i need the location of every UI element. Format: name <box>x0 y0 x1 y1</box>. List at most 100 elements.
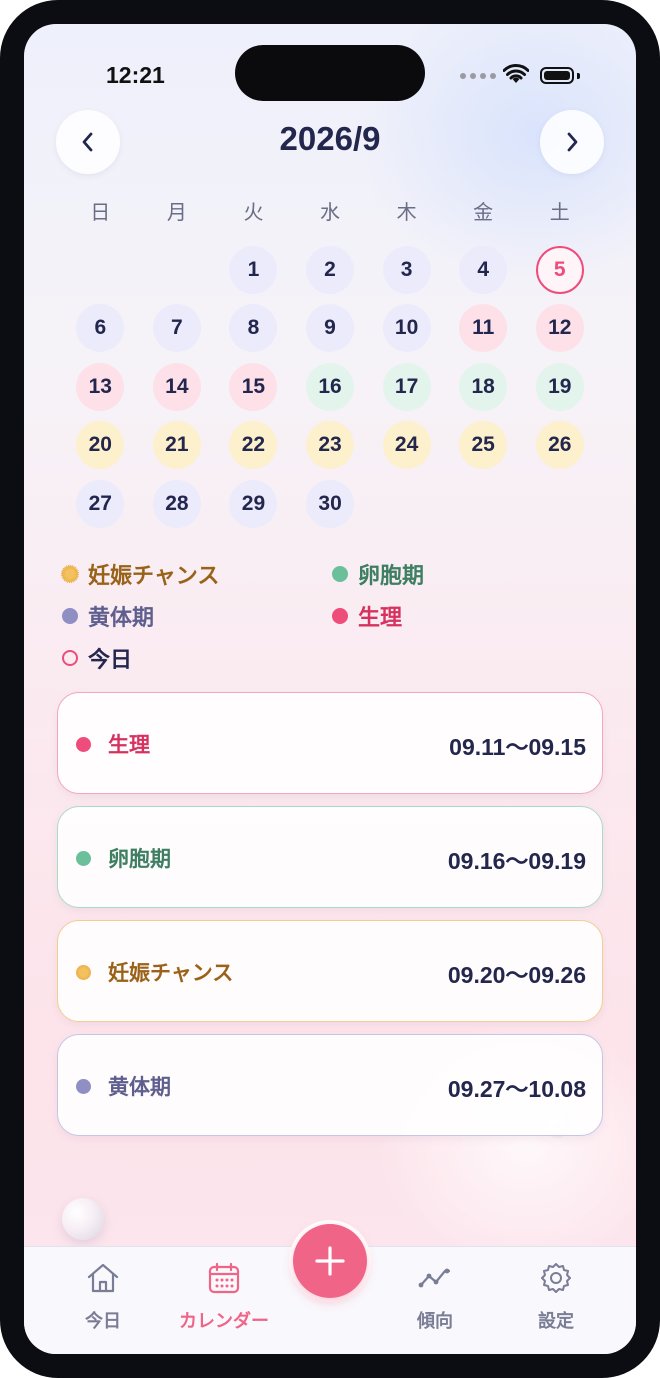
fertile-dot-icon <box>76 965 91 980</box>
weekday-label: 土 <box>549 200 570 224</box>
calendar-week-row: 27 28 29 30 <box>62 479 598 538</box>
calendar-day[interactable]: 28 <box>152 479 201 528</box>
calendar-cell: 6 <box>62 304 139 362</box>
calendar-day[interactable]: 11 <box>459 304 508 353</box>
calendar-cell: 30 <box>292 479 369 538</box>
calendar-week-row: 6 7 8 9 10 11 12 <box>62 304 598 362</box>
plus-icon <box>315 1246 345 1276</box>
fertile-dot-icon <box>61 565 79 583</box>
legend-label: 黄体期 <box>88 606 155 631</box>
calendar-cell: 17 <box>368 362 445 421</box>
calendar-day[interactable]: 23 <box>306 421 355 470</box>
weekday-label: 日 <box>90 200 111 224</box>
add-record-button[interactable] <box>289 1220 371 1302</box>
calendar-day-today[interactable]: 5 <box>535 246 584 294</box>
calendar-day[interactable]: 10 <box>382 304 431 353</box>
calendar-day[interactable]: 6 <box>76 304 125 353</box>
calendar-day[interactable]: 27 <box>76 479 125 528</box>
tab-label: 今日 <box>85 1311 121 1332</box>
wifi-icon <box>503 64 529 83</box>
phase-card-range: 09.16～09.19 <box>447 848 586 874</box>
calendar-day[interactable]: 19 <box>535 362 584 411</box>
period-dot-icon <box>332 608 348 624</box>
tab-settings[interactable]: 設定 <box>501 1261 611 1333</box>
tab-today[interactable]: 今日 <box>48 1261 158 1333</box>
legend-label: 妊娠チャンス <box>88 564 220 589</box>
calendar-day[interactable]: 3 <box>382 246 431 294</box>
calendar-day[interactable]: 1 <box>229 246 278 294</box>
calendar-day[interactable]: 14 <box>152 362 201 411</box>
tab-label: 設定 <box>538 1311 574 1332</box>
phase-card-label: 卵胞期 <box>108 847 171 871</box>
calendar-day[interactable]: 21 <box>152 421 201 470</box>
calendar-day[interactable]: 26 <box>535 421 584 470</box>
period-dot-icon <box>76 737 91 752</box>
calendar-cell: 12 <box>521 304 598 362</box>
calendar-cell: 9 <box>292 304 369 362</box>
calendar-icon <box>208 1262 240 1294</box>
calendar-cell: 28 <box>139 479 216 538</box>
calendar-day[interactable]: 8 <box>229 304 278 353</box>
calendar-day[interactable]: 16 <box>306 362 355 411</box>
calendar-day[interactable]: 30 <box>306 479 355 528</box>
calendar-day[interactable]: 12 <box>535 304 584 353</box>
calendar-cell: 13 <box>62 362 139 421</box>
calendar-day[interactable]: 25 <box>459 421 508 470</box>
next-month-button[interactable] <box>540 110 604 174</box>
calendar-cell: 25 <box>445 421 522 479</box>
tab-label: カレンダー <box>179 1311 269 1332</box>
calendar-cell: 19 <box>521 362 598 421</box>
tab-calendar[interactable]: カレンダー <box>169 1261 279 1333</box>
calendar-cell: 27 <box>62 479 139 538</box>
calendar-week-row: 12345 <box>62 246 598 304</box>
calendar-cell: 4 <box>445 246 522 304</box>
calendar-cell <box>62 246 139 304</box>
calendar-day[interactable]: 22 <box>229 421 278 470</box>
calendar-day[interactable]: 13 <box>76 362 125 411</box>
trend-chart-icon <box>418 1268 451 1288</box>
legend-item-luteal: 黄体期 <box>62 600 154 632</box>
weekday-label: 火 <box>243 200 264 224</box>
calendar-day[interactable]: 15 <box>229 362 278 411</box>
calendar-cell: 10 <box>368 304 445 362</box>
calendar-day[interactable]: 9 <box>306 304 355 353</box>
chevron-right-icon <box>567 132 578 152</box>
phase-card-range: 09.20～09.26 <box>447 962 586 988</box>
calendar-cell: 5 <box>521 246 598 304</box>
follicular-dot-icon <box>76 851 91 866</box>
calendar-day[interactable]: 2 <box>306 246 355 294</box>
chevron-left-icon <box>82 132 93 152</box>
calendar-day[interactable]: 17 <box>382 362 431 411</box>
calendar-day[interactable]: 18 <box>459 362 508 411</box>
calendar-cell: 22 <box>215 421 292 479</box>
phase-card-label: 妊娠チャンス <box>108 961 234 985</box>
phase-card-follicular[interactable]: 卵胞期 09.16～09.19 <box>57 806 603 908</box>
home-icon <box>87 1263 119 1293</box>
calendar-day[interactable]: 24 <box>382 421 431 470</box>
decorative-pearl <box>62 1198 104 1240</box>
calendar-day[interactable]: 4 <box>459 246 508 294</box>
calendar-cell: 11 <box>445 304 522 362</box>
calendar-cell: 20 <box>62 421 139 479</box>
calendar-cell: 16 <box>292 362 369 421</box>
calendar-day[interactable]: 20 <box>76 421 125 470</box>
tab-trend[interactable]: 傾向 <box>380 1261 490 1333</box>
legend-label: 今日 <box>88 648 133 673</box>
calendar-cell: 29 <box>215 479 292 538</box>
prev-month-button[interactable] <box>56 110 120 174</box>
weekday-label: 金 <box>473 200 494 224</box>
phase-card-luteal[interactable]: 黄体期 09.27～10.08 <box>57 1034 603 1136</box>
phase-card-period[interactable]: 生理 09.11～09.15 <box>57 692 603 794</box>
calendar-grid: 1 2 3 4 5 6 7 8 9 10 11 12 13 14 15 16 17 18 19 20 21 22 23 24 2… <box>62 246 598 538</box>
calendar-day[interactable]: 29 <box>229 479 278 528</box>
calendar-cell: 14 <box>139 362 216 421</box>
calendar-day[interactable]: 7 <box>152 304 201 353</box>
today-ring-icon <box>62 650 78 666</box>
calendar-cell: 2 <box>292 246 369 304</box>
calendar-cell: 3 <box>368 246 445 304</box>
status-icons <box>460 64 610 88</box>
calendar-cell: 8 <box>215 304 292 362</box>
phase-card-label: 黄体期 <box>108 1075 171 1099</box>
phase-card-fertile[interactable]: 妊娠チャンス 09.20～09.26 <box>57 920 603 1022</box>
calendar-cell: 18 <box>445 362 522 421</box>
